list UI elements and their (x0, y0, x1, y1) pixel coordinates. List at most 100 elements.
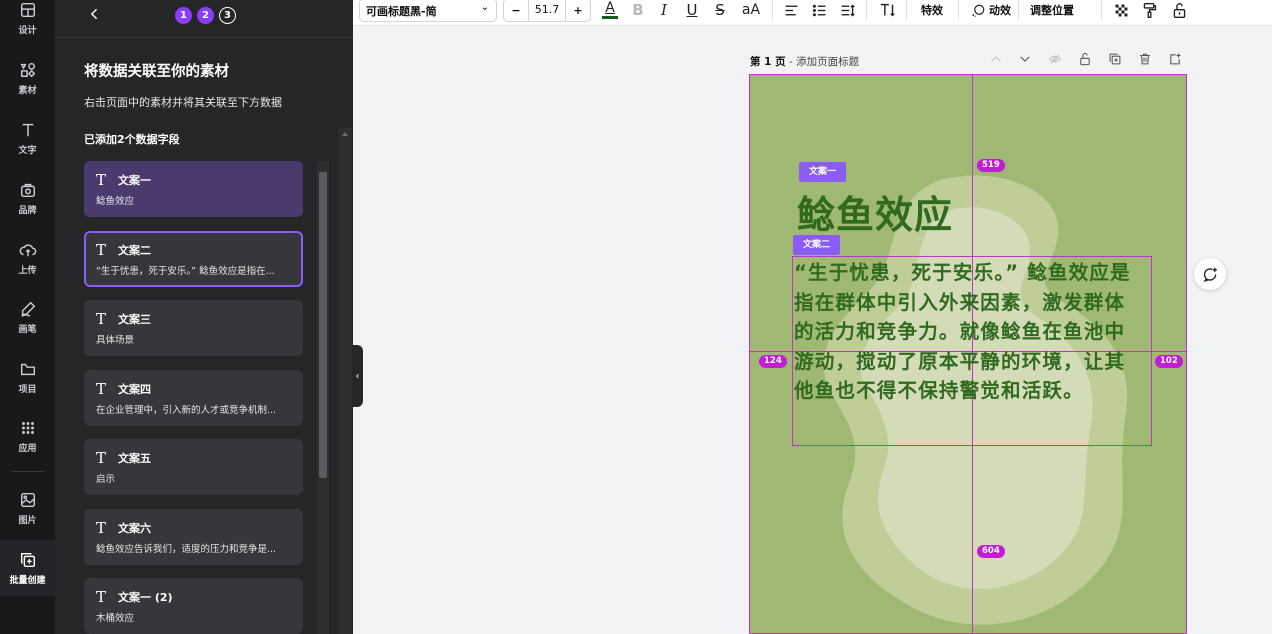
bullet-list-icon (812, 4, 825, 16)
panel-scrollbar[interactable] (338, 128, 352, 634)
position-button[interactable]: 调整位置 (1030, 0, 1074, 20)
data-link-tag-2[interactable]: 文案二 (793, 235, 841, 255)
step-1[interactable]: 1 (175, 7, 192, 24)
data-field-card[interactable]: T 文案四 在企业管理中，引入新的人才或竞争机制... (84, 369, 303, 426)
font-family-value: 可画标题黑-简 (366, 5, 437, 18)
bold-icon: B (632, 1, 644, 19)
hide-page-button[interactable] (1048, 52, 1062, 68)
chevron-down-icon (1020, 56, 1030, 62)
toolbar-divider (958, 0, 959, 20)
field-name: 文案三 (118, 313, 151, 326)
back-button[interactable] (87, 6, 107, 26)
data-link-tag-1[interactable]: 文案一 (799, 162, 847, 182)
strikethrough-button[interactable]: S (711, 0, 729, 21)
field-name: 文案一 (2) (118, 591, 173, 604)
step-2[interactable]: 2 (197, 7, 214, 24)
font-size-input[interactable]: 51.7 (528, 0, 566, 21)
toolbar-divider (906, 0, 907, 20)
align-button[interactable] (781, 0, 801, 21)
bulk-create-panel: 1 2 3 将数据关联至你的素材 右击页面中的素材并将其关联至下方数据 已添加2… (55, 0, 353, 634)
text-icon (18, 120, 38, 140)
spacing-button[interactable] (837, 0, 857, 21)
field-value: 在企业管理中，引入新的人才或竞争机制... (96, 404, 277, 416)
distance-bottom-label: 604 (977, 545, 1005, 558)
move-page-up-button[interactable] (989, 52, 1003, 68)
paint-roller-icon (1143, 2, 1156, 18)
move-page-down-button[interactable] (1018, 52, 1032, 68)
rail-item-brand[interactable]: 品牌 (0, 172, 55, 224)
underline-button[interactable]: U (683, 0, 701, 21)
page-title[interactable]: 第 1 页 - 添加页面标题 (750, 54, 859, 69)
duplicate-icon (1109, 53, 1121, 65)
animate-button[interactable]: 动效 (971, 0, 1011, 20)
bold-button[interactable]: B (629, 0, 647, 21)
trash-icon (1140, 53, 1150, 65)
rail-item-bulk-create[interactable]: 批量创建 (0, 540, 55, 596)
transparency-button[interactable] (1111, 0, 1131, 21)
folder-icon (18, 359, 38, 379)
rail-item-upload[interactable]: 上传 (0, 232, 55, 284)
field-name: 文案二 (118, 243, 151, 257)
copy-style-button[interactable] (1139, 0, 1159, 21)
rail-item-apps[interactable]: 应用 (0, 410, 55, 462)
bulk-create-icon (18, 550, 38, 570)
data-field-card[interactable]: T 文案一 (2) 木桶效应 (84, 578, 303, 634)
vertical-text-button[interactable] (877, 0, 899, 21)
line-spacing-icon (841, 3, 855, 17)
rail-label: 文字 (18, 146, 37, 156)
italic-button[interactable]: I (655, 0, 673, 21)
apps-grid-icon (18, 418, 38, 438)
letter-case-icon: aA (741, 2, 761, 18)
data-field-card[interactable]: T 文案一 鲶鱼效应 (84, 161, 303, 217)
field-list-scrollbar-thumb[interactable] (319, 172, 327, 478)
add-comment-button[interactable] (1194, 258, 1226, 290)
increase-font-size-button[interactable]: + (566, 4, 590, 17)
text-type-icon: T (96, 310, 107, 328)
rail-item-elements[interactable]: 素材 (0, 52, 55, 104)
data-field-card[interactable]: T 文案六 鲶鱼效应告诉我们，适度的压力和竞争是... (84, 508, 303, 565)
text-color-button[interactable]: A (599, 0, 621, 21)
page-title-placeholder: - 添加页面标题 (785, 56, 860, 68)
data-field-card[interactable]: T 文案三 具体场景 (84, 300, 303, 356)
layout-icon (18, 0, 38, 20)
left-rail: 设计 素材 文字 品牌 上传 画笔 项目 应用 图片 批量创建 (0, 0, 55, 634)
delete-page-button[interactable] (1138, 52, 1152, 68)
rail-item-photos[interactable]: 图片 (0, 482, 55, 534)
canvas-heading-text[interactable]: 鲶鱼效应 (797, 184, 953, 239)
canvas-body-text[interactable]: “生于忧患，死于安乐。” 鲶鱼效应是指在群体中引入外来因素，激发群体的活力和竞争… (794, 258, 1144, 406)
effects-button[interactable]: 特效 (921, 0, 943, 20)
data-field-list: T 文案一 鲶鱼效应 T 文案二 “生于忧患，死于安乐。” 鲶鱼效应是指在... T… (84, 161, 303, 634)
list-button[interactable] (809, 0, 829, 21)
chevron-left-icon: ‹ (355, 370, 360, 382)
align-left-icon (785, 5, 797, 15)
distance-left-label: 124 (759, 355, 787, 368)
letter-case-button[interactable]: aA (739, 0, 763, 21)
field-name: 文案四 (118, 382, 151, 396)
italic-icon: I (661, 1, 667, 19)
duplicate-page-button[interactable] (1108, 52, 1122, 68)
rail-item-projects[interactable]: 项目 (0, 351, 55, 403)
lock-button[interactable] (1169, 0, 1189, 21)
data-field-card[interactable]: T 文案二 “生于忧患，死于安乐。” 鲶鱼效应是指在... (84, 230, 303, 287)
animate-icon (972, 4, 985, 17)
rail-label: 设计 (18, 26, 37, 36)
toolbar-divider (1101, 0, 1102, 20)
lock-page-button[interactable] (1078, 52, 1092, 68)
rail-item-design[interactable]: 设计 (0, 0, 55, 44)
toolbar-divider (866, 0, 867, 20)
field-value: 鲶鱼效应 (96, 196, 135, 207)
text-type-icon: T (96, 588, 107, 606)
step-3[interactable]: 3 (219, 7, 236, 24)
rail-item-draw[interactable]: 画笔 (0, 291, 55, 343)
add-page-icon (1170, 53, 1181, 65)
decrease-font-size-button[interactable]: − (504, 4, 528, 17)
elements-icon (18, 60, 38, 80)
font-family-select[interactable]: 可画标题黑-简 ⌄ (359, 0, 497, 22)
field-name: 文案六 (118, 521, 151, 535)
field-count: 已添加2个数据字段 (84, 133, 180, 146)
add-page-button[interactable] (1168, 52, 1182, 68)
rail-item-text[interactable]: 文字 (0, 112, 55, 164)
collapse-panel-button[interactable]: ‹ (352, 345, 363, 407)
chevron-up-icon (991, 56, 1001, 62)
data-field-card[interactable]: T 文案五 启示 (84, 439, 303, 495)
